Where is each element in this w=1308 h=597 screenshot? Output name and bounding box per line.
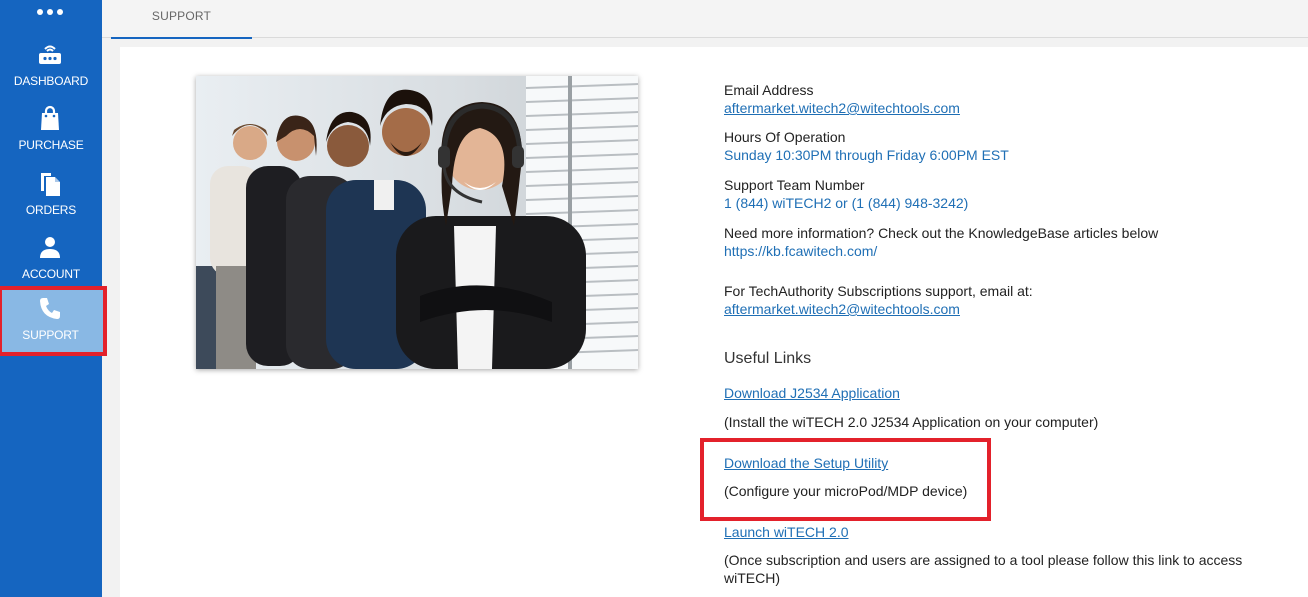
tab-active-indicator [111,37,252,39]
documents-icon [41,173,60,196]
dashboard-icon [39,45,61,64]
kb-text: Need more information? Check out the Kno… [724,225,1159,241]
sidebar-item-label: ACCOUNT [22,267,80,281]
useful-links-heading: Useful Links [724,350,812,367]
download-j2534-link[interactable]: Download J2534 Application [724,385,900,401]
sidebar-item-label: PURCHASE [18,138,84,152]
sidebar-item-support[interactable]: SUPPORT [0,286,107,356]
hours-label: Hours Of Operation [724,129,846,145]
sidebar-item-label: ORDERS [25,203,77,217]
techauthority-text: For TechAuthority Subscriptions support,… [724,283,1033,299]
hours-value: Sunday 10:30PM through Friday 6:00PM EST [724,147,1009,163]
team-number-label: Support Team Number [724,177,865,193]
support-team-photo [196,76,638,369]
support-card: Email Address aftermarket.witech2@witech… [120,47,1308,597]
email-label: Email Address [724,82,814,98]
tab-label: SUPPORT [151,9,212,23]
sidebar-item-label: DASHBOARD [13,74,89,88]
setup-utility-highlight [700,438,991,521]
kb-link[interactable]: https://kb.fcawitech.com/ [724,243,877,259]
more-options-icon[interactable] [37,7,63,17]
sidebar: DASHBOARD PURCHASE ORDERS ACCOUNT SUPPOR… [0,0,107,597]
techauthority-email-link[interactable]: aftermarket.witech2@witechtools.com [724,301,960,317]
tab-bar: SUPPORT [102,0,1308,39]
person-icon [40,237,60,258]
sidebar-item-purchase[interactable]: PURCHASE [0,100,102,162]
team-number-value: 1 (844) wiTECH2 or (1 (844) 948-3242) [724,195,969,211]
tab-support[interactable]: SUPPORT [111,0,252,39]
email-link[interactable]: aftermarket.witech2@witechtools.com [724,100,960,116]
sidebar-item-label: SUPPORT [22,328,79,342]
launch-witech-description-line2: wiTECH) [724,570,780,586]
phone-icon [40,298,60,319]
sidebar-item-orders[interactable]: ORDERS [0,165,102,227]
sidebar-item-account[interactable]: ACCOUNT [0,229,102,291]
sidebar-item-dashboard[interactable]: DASHBOARD [0,36,102,98]
download-j2534-description: (Install the wiTECH 2.0 J2534 Applicatio… [724,414,1099,430]
launch-witech-description-line1: (Once subscription and users are assigne… [724,552,1243,568]
shopping-bag-icon [41,105,59,130]
launch-witech-link[interactable]: Launch wiTECH 2.0 [724,524,849,540]
